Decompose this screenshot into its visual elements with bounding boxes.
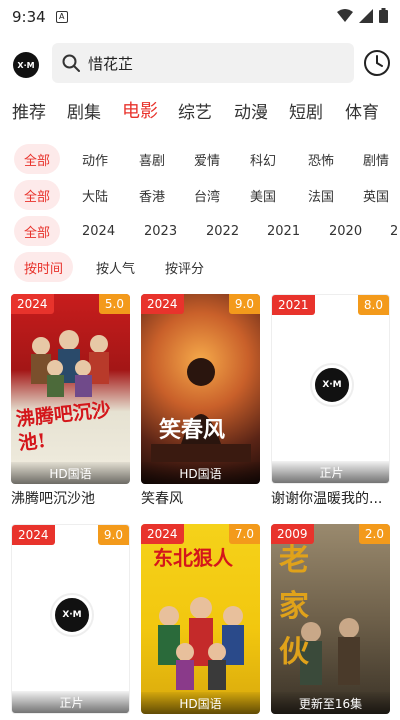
search-icon (62, 54, 80, 72)
poster-title-art: 笑春风 (159, 417, 226, 443)
poster: 老家伙 2009 2.0 更新至16集 (271, 524, 390, 714)
year-badge: 2024 (11, 294, 54, 314)
filter-panel: 全部 动作 喜剧 爱情 科幻 恐怖 剧情 全部 大陆 香港 台湾 美国 法国 英… (0, 136, 400, 288)
genre-chip[interactable]: 爱情 (194, 144, 220, 174)
category-tabs: 推荐 剧集 电影 综艺 动漫 短剧 体育 (0, 92, 400, 128)
tab-variety[interactable]: 综艺 (178, 98, 212, 123)
region-chip[interactable]: 香港 (139, 180, 165, 210)
sort-chip-popularity[interactable]: 按人气 (96, 252, 135, 282)
genre-filter-row: 全部 动作 喜剧 爱情 科幻 恐怖 剧情 (0, 142, 400, 176)
status-bar: 9:34 A (0, 0, 400, 34)
clock-icon (364, 50, 390, 76)
tab-sports[interactable]: 体育 (345, 98, 379, 123)
year-filter-row: 全部 2024 2023 2022 2021 2020 2 (0, 214, 400, 248)
region-chip[interactable]: 台湾 (194, 180, 220, 210)
genre-chip[interactable]: 恐怖 (308, 144, 334, 174)
signal-icon (359, 8, 373, 23)
genre-chip[interactable]: 动作 (82, 144, 108, 174)
placeholder-logo: X·M (312, 365, 352, 405)
year-chip[interactable]: 2 (390, 216, 398, 246)
genre-chip-all[interactable]: 全部 (14, 144, 61, 174)
search-input[interactable]: 惜花芷 (52, 43, 354, 83)
quality-label: 更新至16集 (271, 692, 390, 714)
year-chip[interactable]: 2021 (267, 216, 300, 246)
tab-anime[interactable]: 动漫 (234, 98, 268, 123)
notification-icon: A (55, 11, 68, 23)
score-badge: 2.0 (358, 524, 390, 544)
sort-chip-rating[interactable]: 按评分 (165, 252, 204, 282)
tab-series[interactable]: 剧集 (67, 98, 101, 123)
quality-label: HD国语 (11, 462, 130, 484)
quality-label: 正片 (272, 461, 389, 483)
year-badge: 2009 (271, 524, 314, 544)
tab-recommend[interactable]: 推荐 (12, 98, 46, 123)
genre-chip[interactable]: 喜剧 (139, 144, 165, 174)
poster-art (31, 330, 109, 397)
region-chip-all[interactable]: 全部 (14, 180, 61, 210)
poster-title-art: 老家伙 (279, 543, 309, 670)
year-badge: 2024 (141, 294, 184, 314)
battery-icon (379, 8, 388, 23)
status-time: 9:34 (12, 8, 46, 26)
quality-label: 正片 (12, 691, 129, 713)
app-logo[interactable]: X·M (13, 52, 39, 78)
quality-label: HD国语 (141, 462, 260, 484)
movie-title: 沸腾吧沉沙池 (11, 491, 95, 507)
region-chip[interactable]: 英国 (363, 180, 389, 210)
score-badge: 5.0 (98, 294, 130, 314)
poster: 笑春风 2024 9.0 HD国语 (141, 294, 260, 484)
poster: 沸腾吧沉沙池! 2024 5.0 HD国语 (11, 294, 130, 484)
genre-chip[interactable]: 剧情 (363, 144, 389, 174)
year-badge: 2024 (141, 524, 184, 544)
poster-art (151, 358, 251, 462)
sort-filter-row: 按时间 按人气 按评分 (0, 250, 400, 284)
poster: 东北狠人 2024 7.0 HD国语 (141, 524, 260, 714)
movie-title: 笑春风 (141, 491, 183, 507)
search-query: 惜花芷 (88, 54, 134, 73)
score-badge: 9.0 (97, 525, 129, 545)
year-badge: 2024 (12, 525, 55, 545)
poster: X·M 2024 9.0 正片 (11, 524, 130, 714)
year-badge: 2021 (272, 295, 315, 315)
tab-movies[interactable]: 电影 (122, 97, 158, 123)
score-badge: 7.0 (228, 524, 260, 544)
history-button[interactable] (362, 48, 392, 78)
year-chip-all[interactable]: 全部 (14, 216, 61, 246)
quality-label: HD国语 (141, 692, 260, 714)
placeholder-logo: X·M (52, 595, 92, 635)
year-chip[interactable]: 2023 (144, 216, 177, 246)
wifi-icon (337, 8, 353, 22)
status-icons (337, 8, 388, 23)
score-badge: 8.0 (357, 295, 389, 315)
movie-title: 谢谢你温暖我的... (271, 491, 383, 507)
region-chip[interactable]: 美国 (250, 180, 276, 210)
tab-short-drama[interactable]: 短剧 (289, 98, 323, 123)
year-chip[interactable]: 2022 (206, 216, 239, 246)
genre-chip[interactable]: 科幻 (250, 144, 276, 174)
region-filter-row: 全部 大陆 香港 台湾 美国 法国 英国 (0, 178, 400, 212)
sort-chip-time[interactable]: 按时间 (14, 252, 74, 282)
region-chip[interactable]: 大陆 (82, 180, 108, 210)
poster-title-art: 东北狠人 (153, 546, 233, 570)
year-chip[interactable]: 2020 (329, 216, 362, 246)
score-badge: 9.0 (228, 294, 260, 314)
poster: X·M 2021 8.0 正片 (271, 294, 390, 484)
region-chip[interactable]: 法国 (308, 180, 334, 210)
year-chip[interactable]: 2024 (82, 216, 115, 246)
